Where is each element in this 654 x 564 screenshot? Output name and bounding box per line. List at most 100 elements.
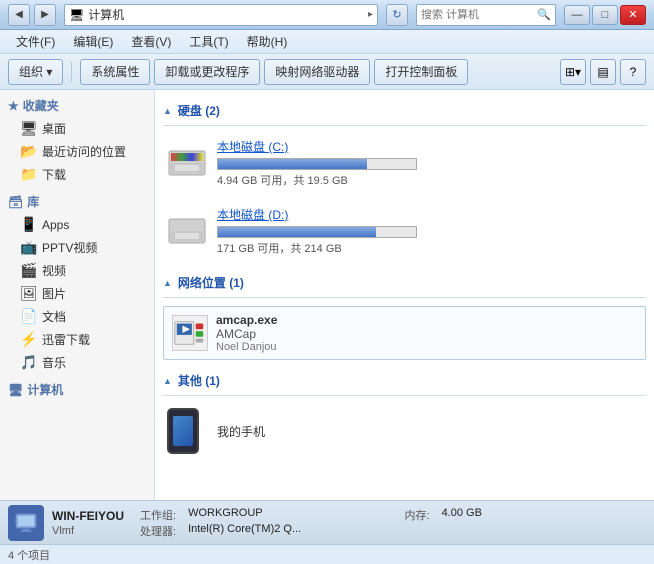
workgroup-value: WORKGROUP <box>188 507 392 523</box>
bottom-bar: 4 个项目 <box>0 544 654 564</box>
music-icon: 🎵 <box>20 354 36 371</box>
star-icon: ★ <box>8 99 19 113</box>
other-header: 其他 (1) <box>163 368 646 396</box>
map-drive-button[interactable]: 映射网络驱动器 <box>264 59 370 85</box>
phone-label: 我的手机 <box>217 423 265 440</box>
drive-c-details: 本地磁盘 (C:) 4.94 GB 可用，共 19.5 GB <box>217 138 642 188</box>
sidebar-section-favorites: ★ 收藏夹 🖥 桌面 📂 最近访问的位置 📁 下载 <box>0 94 154 186</box>
sidebar-item-desktop[interactable]: 🖥 桌面 <box>0 117 154 140</box>
drive-d-fill <box>218 227 376 237</box>
drive-d-item[interactable]: 本地磁盘 (D:) 171 GB 可用，共 214 GB <box>163 202 646 260</box>
sidebar-header-library[interactable]: 🗃 库 <box>0 190 154 213</box>
sidebar-section-computer: 🖥 计算机 <box>0 378 154 401</box>
system-properties-button[interactable]: 系统属性 <box>80 59 150 85</box>
sidebar-item-downloads[interactable]: 📁 下载 <box>0 163 154 186</box>
menu-view[interactable]: 查看(V) <box>123 31 179 52</box>
pictures-icon: 🖼 <box>20 285 36 302</box>
sidebar-item-video[interactable]: 🎬 视频 <box>0 259 154 282</box>
network-header: 网络位置 (1) <box>163 270 646 298</box>
sidebar-item-apps[interactable]: 📱 Apps <box>0 213 154 236</box>
drive-c-progress <box>217 158 417 170</box>
sidebar-item-thunder[interactable]: ⚡ 迅雷下载 <box>0 328 154 351</box>
documents-icon: 📄 <box>20 308 36 325</box>
control-panel-button[interactable]: 打开控制面板 <box>374 59 468 85</box>
status-vlmf: Vlmf <box>52 525 124 537</box>
network-name: AMCap <box>216 327 637 341</box>
back-button[interactable]: ◀ <box>8 4 30 26</box>
drive-c-name[interactable]: 本地磁盘 (C:) <box>217 138 642 155</box>
drive-c-info: 4.94 GB 可用，共 19.5 GB <box>217 172 642 188</box>
network-amcap-details: amcap.exe AMCap Noel Danjou <box>216 313 637 353</box>
thunder-icon: ⚡ <box>20 331 36 348</box>
recent-icon: 📂 <box>20 143 36 160</box>
help-button[interactable]: ? <box>620 59 646 85</box>
status-computer-name: WIN-FEIYOU <box>52 509 124 523</box>
menu-tools[interactable]: 工具(T) <box>181 31 236 52</box>
sidebar-item-recent[interactable]: 📂 最近访问的位置 <box>0 140 154 163</box>
menu-bar: 文件(F) 编辑(E) 查看(V) 工具(T) 帮助(H) <box>0 30 654 54</box>
menu-edit[interactable]: 编辑(E) <box>65 31 121 52</box>
view-toggle-button[interactable]: ▤ <box>590 59 616 85</box>
sidebar: ★ 收藏夹 🖥 桌面 📂 最近访问的位置 📁 下载 🗃 库 <box>0 90 155 500</box>
minimize-button[interactable]: — <box>564 5 590 25</box>
status-names: WIN-FEIYOU Vlmf <box>52 509 124 537</box>
refresh-button[interactable]: ↻ <box>386 4 408 26</box>
processor-label: 处理器: <box>140 523 176 539</box>
video-icon: 🎬 <box>20 262 36 279</box>
title-bar-left: ◀ ▶ 🖥 计算机 ▸ ↻ 🔍 <box>8 4 556 26</box>
sidebar-header-computer[interactable]: 🖥 计算机 <box>0 378 154 401</box>
forward-button[interactable]: ▶ <box>34 4 56 26</box>
amcap-icon <box>172 315 208 351</box>
processor-value: Intel(R) Core(TM)2 Q... <box>188 523 646 539</box>
phone-icon <box>167 408 199 454</box>
organize-button[interactable]: 组织 ▾ <box>8 59 63 85</box>
status-computer-icon <box>8 505 44 541</box>
maximize-button[interactable]: □ <box>592 5 618 25</box>
toolbar-separator-1 <box>71 62 72 82</box>
drive-d-name[interactable]: 本地磁盘 (D:) <box>217 206 642 223</box>
network-exe: amcap.exe <box>216 313 637 327</box>
hard-drives-header: 硬盘 (2) <box>163 98 646 126</box>
library-icon: 🗃 <box>8 195 23 209</box>
close-button[interactable]: ✕ <box>620 5 646 25</box>
sidebar-item-documents[interactable]: 📄 文档 <box>0 305 154 328</box>
computer-sidebar-icon: 🖥 <box>8 383 23 397</box>
drive-c-item[interactable]: 本地磁盘 (C:) 4.94 GB 可用，共 19.5 GB <box>163 134 646 192</box>
content-area: 硬盘 (2) <box>155 90 654 500</box>
network-amcap-item[interactable]: amcap.exe AMCap Noel Danjou <box>163 306 646 360</box>
item-count: 4 个项目 <box>8 547 50 563</box>
address-arrow: ▸ <box>368 9 373 20</box>
memory-label: 内存: <box>405 507 430 523</box>
address-computer-icon: 🖥 <box>69 8 84 22</box>
title-controls: — □ ✕ <box>564 5 646 25</box>
main-area: ★ 收藏夹 🖥 桌面 📂 最近访问的位置 📁 下载 🗃 库 <box>0 90 654 500</box>
toolbar-right: ⊞▾ ▤ ? <box>560 59 646 85</box>
apps-icon: 📱 <box>20 216 36 233</box>
address-bar[interactable]: 🖥 计算机 ▸ <box>64 4 378 26</box>
pptv-icon: 📺 <box>20 239 36 256</box>
sidebar-item-music[interactable]: 🎵 音乐 <box>0 351 154 374</box>
drive-c-fill <box>218 159 367 169</box>
title-bar: ◀ ▶ 🖥 计算机 ▸ ↻ 🔍 — □ ✕ <box>0 0 654 30</box>
menu-file[interactable]: 文件(F) <box>8 31 63 52</box>
network-author: Noel Danjou <box>216 341 637 353</box>
other-phone-item[interactable]: 我的手机 <box>163 404 646 458</box>
sidebar-item-pptv[interactable]: 📺 PPTV视频 <box>0 236 154 259</box>
status-info: 工作组: WORKGROUP 内存: 4.00 GB 处理器: Intel(R)… <box>140 507 646 539</box>
sidebar-header-favorites[interactable]: ★ 收藏夹 <box>0 94 154 117</box>
memory-value: 4.00 GB <box>442 507 646 523</box>
downloads-icon: 📁 <box>20 166 36 183</box>
drive-c-icon <box>167 147 207 179</box>
desktop-icon: 🖥 <box>20 120 36 137</box>
view-options-button[interactable]: ⊞▾ <box>560 59 586 85</box>
search-input[interactable] <box>421 9 537 21</box>
workgroup-label: 工作组: <box>140 507 176 523</box>
menu-help[interactable]: 帮助(H) <box>239 31 296 52</box>
sidebar-item-pictures[interactable]: 🖼 图片 <box>0 282 154 305</box>
drive-d-icon <box>167 215 207 247</box>
drive-d-details: 本地磁盘 (D:) 171 GB 可用，共 214 GB <box>217 206 642 256</box>
uninstall-button[interactable]: 卸载或更改程序 <box>154 59 260 85</box>
search-icon: 🔍 <box>537 8 551 21</box>
phone-screen <box>173 416 193 446</box>
search-bar[interactable]: 🔍 <box>416 4 556 26</box>
